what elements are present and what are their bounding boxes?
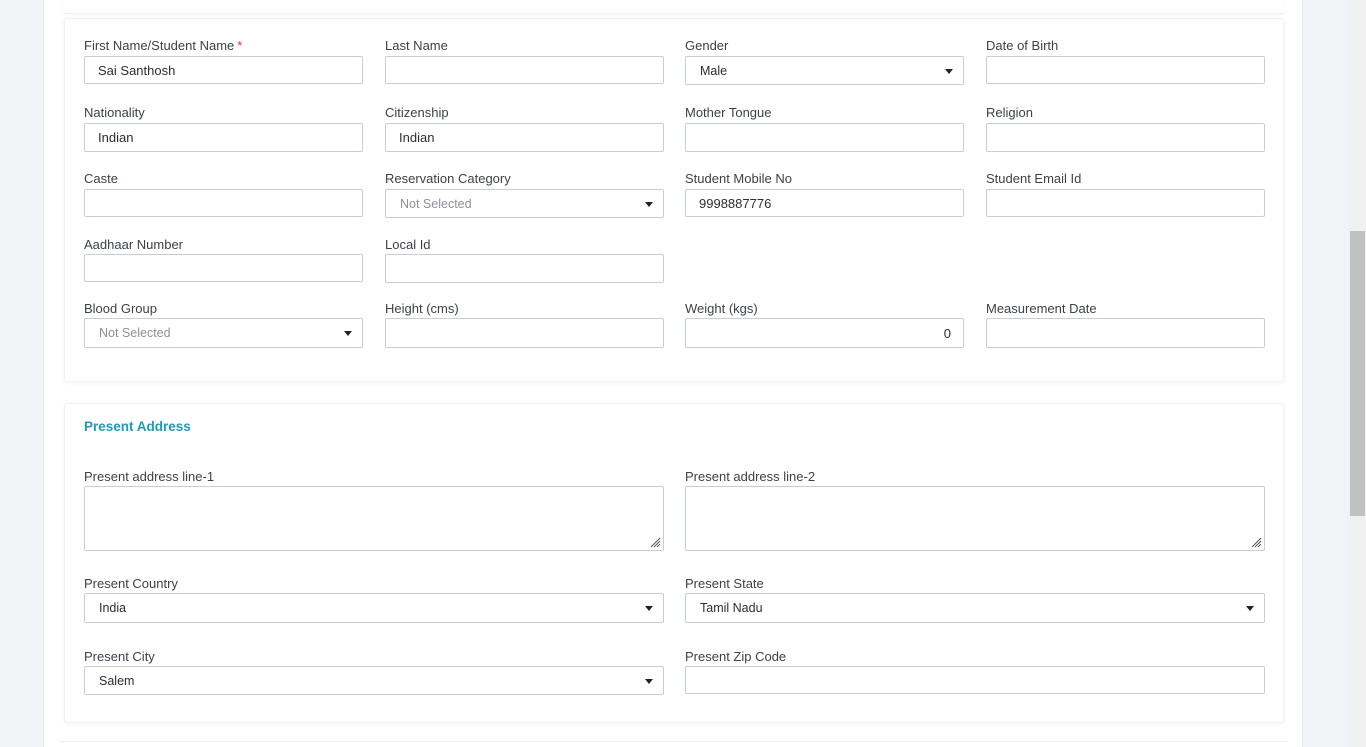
caste-label: Caste [84,171,118,186]
student-mobile-value: 9998887776 [699,195,772,211]
citizenship-value: Indian [399,130,435,145]
present-city-value: Salem [99,673,135,688]
mother-tongue-input[interactable] [685,123,964,152]
student-email-label: Student Email Id [986,171,1082,186]
present-country-value: India [99,601,127,615]
nationality-label: Nationality [84,105,145,120]
present-city-label: Present City [84,649,155,664]
address-line1-label: Present address line-1 [84,469,215,484]
reservation-category-select[interactable]: Not Selected [385,189,664,218]
student-email-input[interactable] [986,189,1265,217]
reservation-category-value: Not Selected [400,196,472,211]
present-state-value: Tamil Nadu [700,601,763,615]
last-name-label: Last Name [385,38,448,53]
gender-label: Gender [685,38,729,53]
measurement-date-input[interactable] [986,318,1265,348]
student-mobile-input[interactable]: 9998887776 [685,189,964,217]
height-input[interactable] [385,318,664,348]
local-id-input[interactable] [385,254,664,283]
local-id-label: Local Id [385,237,431,252]
caret-down-icon [645,606,653,611]
weight-label: Weight (kgs) [685,301,758,316]
caret-down-icon [645,201,653,207]
caret-down-icon [344,331,352,336]
mother-tongue-label: Mother Tongue [685,105,772,120]
aadhaar-label: Aadhaar Number [84,237,183,252]
citizenship-input[interactable]: Indian [385,123,664,152]
caste-input[interactable] [84,189,363,217]
required-mark: * [237,38,243,53]
present-zip-label: Present Zip Code [685,649,787,664]
present-address-title: Present Address [84,419,191,434]
religion-input[interactable] [986,123,1265,152]
dob-input[interactable] [986,56,1265,84]
address-line2-label: Present address line-2 [685,469,816,484]
gender-select[interactable]: Male [685,56,964,85]
caret-down-icon [645,678,653,684]
present-country-select[interactable]: India [84,593,664,623]
measurement-date-label: Measurement Date [986,301,1097,316]
blood-group-label: Blood Group [84,301,157,316]
citizenship-label: Citizenship [385,105,449,120]
blood-group-value: Not Selected [99,326,171,340]
last-name-input[interactable] [385,56,664,84]
present-state-label: Present State [685,576,764,591]
weight-value: 0 [943,325,951,341]
present-city-select[interactable]: Salem [84,666,664,695]
next-section-card [60,741,1288,747]
scrollbar-thumb[interactable] [1350,231,1365,516]
caret-down-icon [1246,606,1254,611]
first-name-input[interactable]: Sai Santhosh [84,56,363,84]
first-name-label: First Name/Student Name * [84,38,243,53]
reservation-category-label: Reservation Category [385,171,511,186]
present-state-select[interactable]: Tamil Nadu [685,593,1265,623]
caret-down-icon [945,68,953,74]
present-zip-input[interactable] [685,666,1265,694]
dob-label: Date of Birth [986,38,1059,53]
aadhaar-input[interactable] [84,254,363,282]
blood-group-select[interactable]: Not Selected [84,318,363,348]
address-line1-textarea[interactable] [84,486,664,551]
nationality-value: Indian [98,130,134,145]
present-country-label: Present Country [84,576,178,591]
previous-section-card [64,0,1284,14]
resize-grip-icon[interactable] [650,537,661,548]
first-name-value: Sai Santhosh [98,62,176,78]
resize-grip-icon[interactable] [1251,537,1262,548]
gender-value: Male [700,63,728,78]
religion-label: Religion [986,105,1033,120]
height-label: Height (cms) [385,301,459,316]
student-mobile-label: Student Mobile No [685,171,792,186]
address-line2-textarea[interactable] [685,486,1265,551]
nationality-input[interactable]: Indian [84,123,363,152]
weight-input[interactable]: 0 [685,318,964,348]
